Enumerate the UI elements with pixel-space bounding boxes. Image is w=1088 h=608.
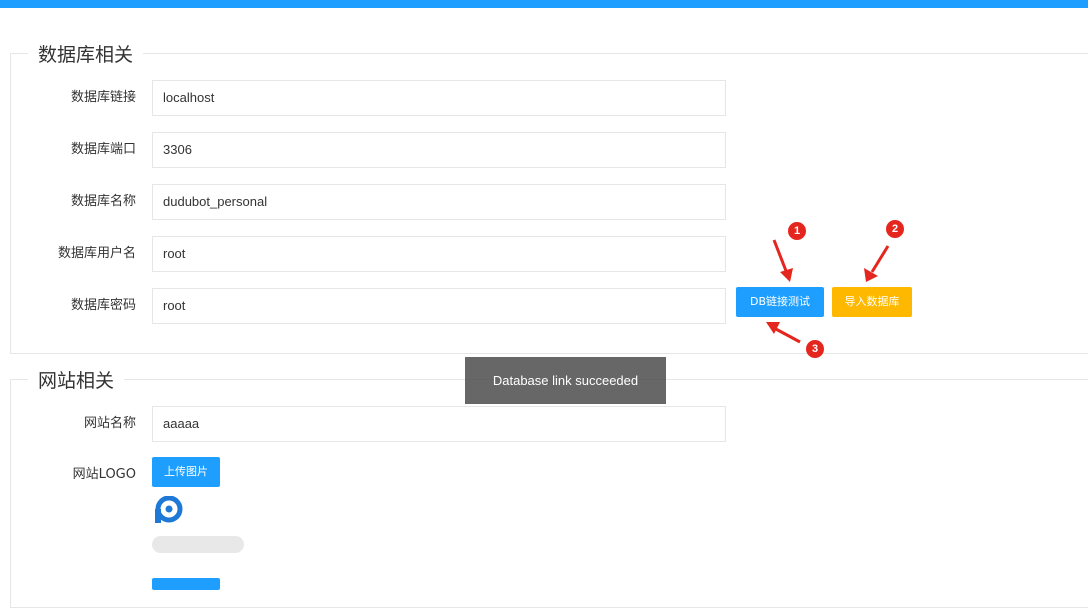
toast-message: Database link succeeded <box>465 357 666 404</box>
submit-button[interactable] <box>152 578 220 590</box>
db-password-input[interactable]: root <box>152 288 726 324</box>
db-host-label: 数据库链接 <box>70 90 136 105</box>
site-section-legend: 网站相关 <box>38 370 115 392</box>
annotation-arrow-1 <box>772 239 793 282</box>
site-name-input[interactable]: aaaaa <box>152 406 726 442</box>
annotation-badge-1: 1 <box>788 222 806 240</box>
annotation-arrow-2 <box>864 245 890 282</box>
upload-image-button[interactable]: 上传图片 <box>152 457 220 487</box>
db-name-input[interactable]: dudubot_personal <box>152 184 726 220</box>
db-test-button[interactable]: DB链接测试 <box>736 287 824 317</box>
db-port-label: 数据库端口 <box>70 142 136 157</box>
db-port-input[interactable]: 3306 <box>152 132 726 168</box>
database-section-legend: 数据库相关 <box>38 44 134 66</box>
top-accent-bar <box>0 0 1088 8</box>
annotation-badge-2: 2 <box>886 220 904 238</box>
import-db-button[interactable]: 导入数据库 <box>832 287 912 317</box>
annotation-arrow-3 <box>766 322 801 344</box>
annotation-badge-3: 3 <box>806 340 824 358</box>
site-logo-label: 网站LOGO <box>72 467 136 482</box>
db-name-label: 数据库名称 <box>70 194 136 209</box>
site-logo-image <box>152 496 184 524</box>
upload-progress-bar <box>152 536 244 553</box>
db-host-input[interactable]: localhost <box>152 80 726 116</box>
db-password-label: 数据库密码 <box>70 298 136 313</box>
db-user-label: 数据库用户名 <box>57 246 136 261</box>
db-user-input[interactable]: root <box>152 236 726 272</box>
site-name-label: 网站名称 <box>83 416 136 431</box>
